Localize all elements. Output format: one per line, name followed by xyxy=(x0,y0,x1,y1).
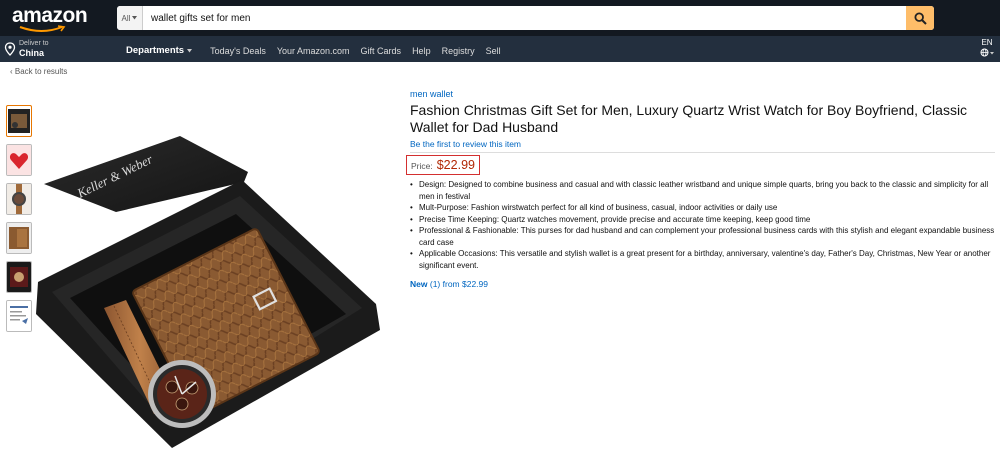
category-link[interactable]: men wallet xyxy=(410,89,995,99)
product-details: men wallet Fashion Christmas Gift Set fo… xyxy=(406,89,995,289)
thumbnail-info-sheet[interactable] xyxy=(6,300,32,332)
feature-bullet: Professional & Fashionable: This purses … xyxy=(410,225,995,248)
feature-bullet: Design: Designed to combine business and… xyxy=(410,179,995,202)
language-label: EN xyxy=(981,38,993,47)
nav-link-gift-cards[interactable]: Gift Cards xyxy=(361,46,402,56)
feature-bullet: Mult-Purpose: Fashion wirstwatch perfect… xyxy=(410,202,995,214)
offers-count: (1) xyxy=(429,279,441,289)
nav-link-help[interactable]: Help xyxy=(412,46,431,56)
departments-label: Departments xyxy=(126,45,185,56)
deliver-country: China xyxy=(19,48,45,58)
feature-bullet: Applicable Occasions: This versatile and… xyxy=(410,248,995,271)
caret-down-icon xyxy=(187,48,193,52)
nav-links: Departments Today's Deals Your Amazon.co… xyxy=(126,45,512,56)
search-scope-label: All xyxy=(121,13,131,23)
nav-link-sell[interactable]: Sell xyxy=(486,46,501,56)
deliver-label: Deliver to xyxy=(19,40,49,47)
globe-icon xyxy=(980,48,994,57)
thumbnail-wallet[interactable] xyxy=(6,222,32,254)
search-icon xyxy=(913,11,927,25)
price-label: Price: xyxy=(411,161,433,171)
departments-menu[interactable]: Departments xyxy=(126,45,193,56)
nav-link-your-amazon[interactable]: Your Amazon.com xyxy=(277,46,350,56)
language-selector[interactable]: EN xyxy=(980,38,994,60)
main-product-image[interactable]: Keller & Weber xyxy=(30,132,390,452)
review-link[interactable]: Be the first to review this item xyxy=(410,139,995,149)
location-pin-icon xyxy=(4,42,16,56)
amazon-smile-icon xyxy=(19,25,66,32)
thumbnail-strip xyxy=(6,105,32,339)
caret-down-icon xyxy=(132,16,138,20)
search-input[interactable] xyxy=(151,6,901,30)
price-box: Price: $22.99 xyxy=(406,155,480,175)
search-button[interactable] xyxy=(906,6,934,30)
offers-link[interactable]: New (1) from $22.99 xyxy=(410,279,995,289)
feature-bullets: Design: Designed to combine business and… xyxy=(410,179,995,271)
thumbnail-watch-wrist[interactable] xyxy=(6,183,32,215)
nav-link-registry[interactable]: Registry xyxy=(442,46,475,56)
feature-bullet: Precise Time Keeping: Quartz watches mov… xyxy=(410,214,995,226)
thumbnail-watch-face[interactable] xyxy=(6,261,32,293)
search-scope-dropdown[interactable]: All xyxy=(117,6,143,30)
thumbnail-heart-card[interactable] xyxy=(6,144,32,176)
divider xyxy=(410,152,995,153)
back-to-results-link[interactable]: ‹ Back to results xyxy=(10,67,67,76)
offers-new-label: New xyxy=(410,279,428,289)
offers-from-price: from $22.99 xyxy=(442,279,488,289)
product-title: Fashion Christmas Gift Set for Men, Luxu… xyxy=(410,102,968,135)
price-value: $22.99 xyxy=(436,158,475,172)
search-bar: All xyxy=(117,6,934,30)
nav-link-todays-deals[interactable]: Today's Deals xyxy=(210,46,266,56)
thumbnail-gift-box[interactable] xyxy=(6,105,32,137)
